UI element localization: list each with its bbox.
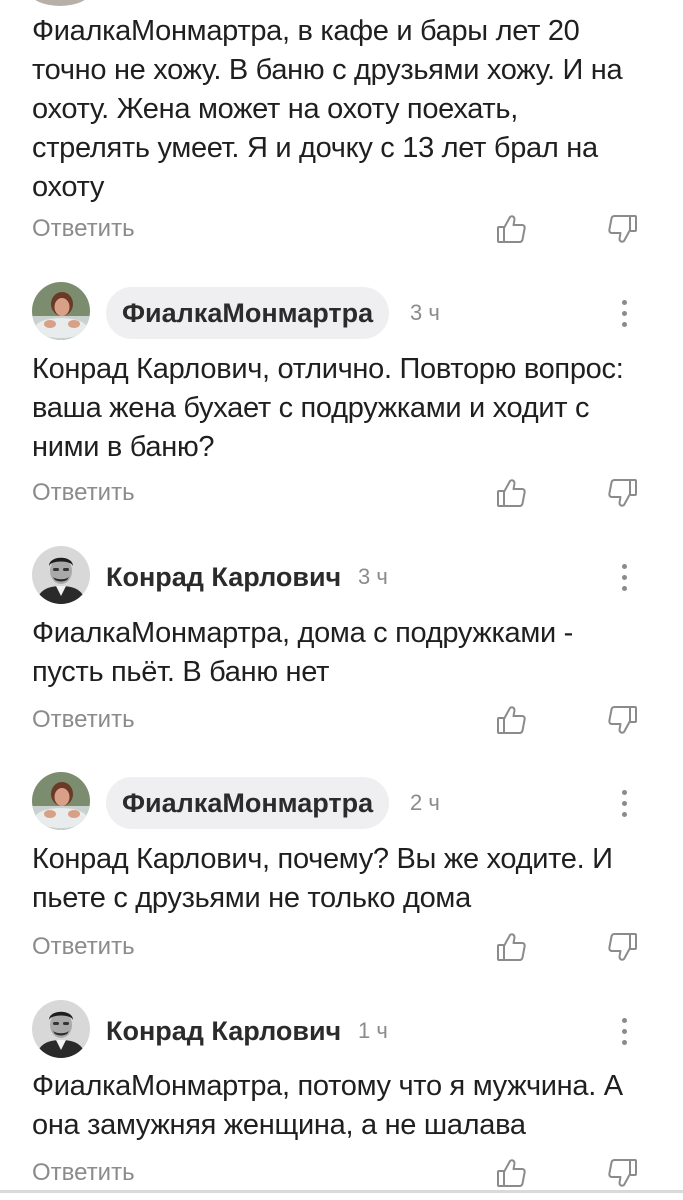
more-vertical-icon bbox=[612, 1018, 636, 1045]
reply-button[interactable]: Ответить bbox=[32, 214, 135, 244]
woman-avatar-icon bbox=[32, 282, 90, 340]
comment-text: ФиалкаМонмартра, потому что я мужчина. А… bbox=[32, 1070, 623, 1141]
comment-text: Конрад Карлович, почему? Вы же ходите. И… bbox=[32, 843, 613, 914]
more-options-button[interactable] bbox=[612, 1012, 636, 1052]
author-name[interactable]: Конрад Карлович bbox=[106, 1005, 341, 1057]
dislike-button[interactable] bbox=[606, 930, 640, 964]
avatar-fialka[interactable] bbox=[32, 282, 90, 340]
like-button[interactable] bbox=[494, 476, 528, 510]
more-vertical-icon bbox=[612, 300, 636, 327]
avatar-fialka[interactable] bbox=[32, 772, 90, 830]
like-button[interactable] bbox=[494, 930, 528, 964]
dislike-button[interactable] bbox=[606, 476, 640, 510]
dislike-button[interactable] bbox=[606, 212, 640, 246]
reply-button[interactable]: Ответить bbox=[32, 932, 135, 962]
thumbs-up-icon bbox=[497, 215, 526, 243]
reply-button[interactable]: Ответить bbox=[32, 1158, 135, 1188]
comment-time: 1 ч bbox=[358, 1018, 388, 1043]
thumbs-down-icon bbox=[608, 1159, 637, 1187]
dislike-button[interactable] bbox=[606, 1156, 640, 1190]
reply-button[interactable]: Ответить bbox=[32, 478, 135, 508]
avatar-konrad[interactable] bbox=[32, 546, 90, 604]
previous-avatar-fragment bbox=[30, 0, 90, 6]
thumbs-down-icon bbox=[608, 933, 637, 961]
author-name[interactable]: ФиалкаМонмартра bbox=[106, 777, 390, 829]
like-button[interactable] bbox=[494, 703, 528, 737]
like-button[interactable] bbox=[494, 212, 528, 246]
man-portrait-avatar-icon bbox=[32, 546, 90, 604]
comment-text: ФиалкаМонмартра, дома с подружками - пус… bbox=[32, 617, 573, 688]
more-options-button[interactable] bbox=[612, 558, 636, 598]
comment-time: 3 ч bbox=[358, 564, 388, 589]
thumbs-down-icon bbox=[608, 479, 637, 507]
thumbs-up-icon bbox=[497, 479, 526, 507]
author-name[interactable]: ФиалкаМонмартра bbox=[106, 287, 390, 339]
thumbs-up-icon bbox=[497, 706, 526, 734]
comment-time: 3 ч bbox=[410, 300, 440, 325]
comment-text: Конрад Карлович, отлично. Повторю вопрос… bbox=[32, 353, 624, 463]
avatar-konrad[interactable] bbox=[32, 1000, 90, 1058]
thumbs-down-icon bbox=[608, 215, 637, 243]
more-vertical-icon bbox=[612, 564, 636, 591]
author-name[interactable]: Конрад Карлович bbox=[106, 551, 341, 603]
thumbs-down-icon bbox=[608, 706, 637, 734]
man-portrait-avatar-icon bbox=[32, 1000, 90, 1058]
like-button[interactable] bbox=[494, 1156, 528, 1190]
reply-button[interactable]: Ответить bbox=[32, 705, 135, 735]
dislike-button[interactable] bbox=[606, 703, 640, 737]
comment-time: 2 ч bbox=[410, 790, 440, 815]
more-options-button[interactable] bbox=[612, 784, 636, 824]
more-vertical-icon bbox=[612, 790, 636, 817]
thumbs-up-icon bbox=[497, 933, 526, 961]
comment-text: ФиалкаМонмартра, в кафе и бары лет 20 то… bbox=[32, 15, 623, 203]
woman-avatar-icon bbox=[32, 772, 90, 830]
thumbs-up-icon bbox=[497, 1159, 526, 1187]
more-options-button[interactable] bbox=[612, 294, 636, 334]
bottom-divider bbox=[0, 1190, 683, 1193]
